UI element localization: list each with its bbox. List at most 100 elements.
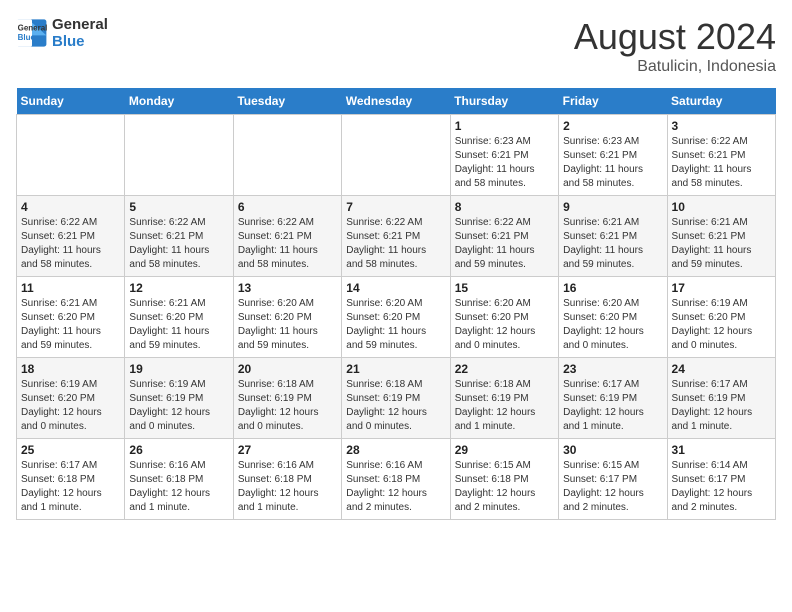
calendar-cell [125, 115, 233, 196]
day-info: Sunrise: 6:22 AM Sunset: 6:21 PM Dayligh… [455, 216, 554, 272]
day-header-thursday: Thursday [450, 88, 558, 115]
day-number: 23 [563, 362, 662, 376]
calendar-cell: 12Sunrise: 6:21 AM Sunset: 6:20 PM Dayli… [125, 277, 233, 358]
day-info: Sunrise: 6:14 AM Sunset: 6:17 PM Dayligh… [672, 459, 771, 515]
calendar-cell: 29 Sunrise: 6:15 AM Sunset: 6:18 PM Dayli… [450, 439, 558, 520]
day-info: Sunrise: 6:22 AM Sunset: 6:21 PM Dayligh… [238, 216, 337, 272]
calendar-cell [17, 115, 125, 196]
calendar-cell: 3Sunrise: 6:22 AM Sunset: 6:21 PM Daylig… [667, 115, 775, 196]
calendar-cell: 19 Sunrise: 6:19 AM Sunset: 6:19 PM Dayli… [125, 358, 233, 439]
calendar-week-3: 11 Sunrise: 6:21 AM Sunset: 6:20 PM Dayli… [17, 277, 776, 358]
day-header-saturday: Saturday [667, 88, 775, 115]
calendar-header-row: SundayMondayTuesdayWednesdayThursdayFrid… [17, 88, 776, 115]
calendar-cell: 24Sunrise: 6:17 AM Sunset: 6:19 PM Dayli… [667, 358, 775, 439]
day-number: 10 [672, 200, 771, 214]
day-number: 21 [346, 362, 445, 376]
day-number: 13 [238, 281, 337, 295]
calendar-cell: 11 Sunrise: 6:21 AM Sunset: 6:20 PM Dayli… [17, 277, 125, 358]
day-number: 7 [346, 200, 445, 214]
day-number: 2 [563, 119, 662, 133]
svg-text:General: General [18, 24, 48, 33]
calendar-cell [233, 115, 341, 196]
day-number: 22 [455, 362, 554, 376]
calendar-cell: 31 Sunrise: 6:14 AM Sunset: 6:17 PM Dayli… [667, 439, 775, 520]
calendar-cell: 6 Sunrise: 6:22 AM Sunset: 6:21 PM Daylig… [233, 196, 341, 277]
page-header: General Blue General Blue August 2024 Ba… [16, 16, 776, 76]
logo-general: General [52, 16, 108, 33]
day-info: Sunrise: 6:20 AM Sunset: 6:20 PM Dayligh… [563, 297, 662, 353]
day-info: Sunrise: 6:19 AM Sunset: 6:20 PM Dayligh… [21, 378, 120, 434]
day-info: Sunrise: 6:21 AM Sunset: 6:20 PM Dayligh… [129, 297, 228, 353]
day-info: Sunrise: 6:17 AM Sunset: 6:18 PM Dayligh… [21, 459, 120, 515]
calendar-week-1: 1 Sunrise: 6:23 AM Sunset: 6:21 PM Daylig… [17, 115, 776, 196]
day-number: 24 [672, 362, 771, 376]
day-info: Sunrise: 6:21 AM Sunset: 6:21 PM Dayligh… [672, 216, 771, 272]
day-number: 20 [238, 362, 337, 376]
day-number: 9 [563, 200, 662, 214]
calendar-week-2: 4Sunrise: 6:22 AM Sunset: 6:21 PM Daylig… [17, 196, 776, 277]
day-info: Sunrise: 6:16 AM Sunset: 6:18 PM Dayligh… [129, 459, 228, 515]
day-info: Sunrise: 6:21 AM Sunset: 6:21 PM Dayligh… [563, 216, 662, 272]
day-number: 14 [346, 281, 445, 295]
calendar-table: SundayMondayTuesdayWednesdayThursdayFrid… [16, 88, 776, 520]
day-info: Sunrise: 6:22 AM Sunset: 6:21 PM Dayligh… [346, 216, 445, 272]
day-info: Sunrise: 6:21 AM Sunset: 6:20 PM Dayligh… [21, 297, 120, 353]
day-number: 19 [129, 362, 228, 376]
day-number: 16 [563, 281, 662, 295]
day-info: Sunrise: 6:23 AM Sunset: 6:21 PM Dayligh… [455, 135, 554, 191]
day-info: Sunrise: 6:20 AM Sunset: 6:20 PM Dayligh… [346, 297, 445, 353]
day-info: Sunrise: 6:18 AM Sunset: 6:19 PM Dayligh… [238, 378, 337, 434]
day-header-tuesday: Tuesday [233, 88, 341, 115]
svg-text:Blue: Blue [18, 33, 36, 42]
day-number: 31 [672, 443, 771, 457]
day-info: Sunrise: 6:16 AM Sunset: 6:18 PM Dayligh… [346, 459, 445, 515]
calendar-cell: 27Sunrise: 6:16 AM Sunset: 6:18 PM Dayli… [233, 439, 341, 520]
day-info: Sunrise: 6:22 AM Sunset: 6:21 PM Dayligh… [21, 216, 120, 272]
calendar-cell: 2Sunrise: 6:23 AM Sunset: 6:21 PM Daylig… [559, 115, 667, 196]
location: Batulicin, Indonesia [574, 58, 776, 76]
day-info: Sunrise: 6:16 AM Sunset: 6:18 PM Dayligh… [238, 459, 337, 515]
day-info: Sunrise: 6:18 AM Sunset: 6:19 PM Dayligh… [346, 378, 445, 434]
calendar-cell [342, 115, 450, 196]
calendar-cell: 5 Sunrise: 6:22 AM Sunset: 6:21 PM Daylig… [125, 196, 233, 277]
day-number: 11 [21, 281, 120, 295]
day-number: 25 [21, 443, 120, 457]
calendar-cell: 16 Sunrise: 6:20 AM Sunset: 6:20 PM Dayli… [559, 277, 667, 358]
day-number: 6 [238, 200, 337, 214]
day-header-friday: Friday [559, 88, 667, 115]
logo-icon: General Blue [16, 19, 48, 47]
day-info: Sunrise: 6:15 AM Sunset: 6:17 PM Dayligh… [563, 459, 662, 515]
calendar-cell: 18 Sunrise: 6:19 AM Sunset: 6:20 PM Dayli… [17, 358, 125, 439]
day-info: Sunrise: 6:15 AM Sunset: 6:18 PM Dayligh… [455, 459, 554, 515]
day-number: 5 [129, 200, 228, 214]
day-info: Sunrise: 6:22 AM Sunset: 6:21 PM Dayligh… [129, 216, 228, 272]
day-header-wednesday: Wednesday [342, 88, 450, 115]
day-number: 29 [455, 443, 554, 457]
calendar-cell: 21 Sunrise: 6:18 AM Sunset: 6:19 PM Dayli… [342, 358, 450, 439]
calendar-cell: 1 Sunrise: 6:23 AM Sunset: 6:21 PM Daylig… [450, 115, 558, 196]
calendar-cell: 10 Sunrise: 6:21 AM Sunset: 6:21 PM Dayli… [667, 196, 775, 277]
day-info: Sunrise: 6:20 AM Sunset: 6:20 PM Dayligh… [238, 297, 337, 353]
calendar-week-4: 18 Sunrise: 6:19 AM Sunset: 6:20 PM Dayli… [17, 358, 776, 439]
day-number: 1 [455, 119, 554, 133]
calendar-cell: 28Sunrise: 6:16 AM Sunset: 6:18 PM Dayli… [342, 439, 450, 520]
calendar-cell: 23 Sunrise: 6:17 AM Sunset: 6:19 PM Dayli… [559, 358, 667, 439]
calendar-cell: 14 Sunrise: 6:20 AM Sunset: 6:20 PM Dayli… [342, 277, 450, 358]
day-info: Sunrise: 6:20 AM Sunset: 6:20 PM Dayligh… [455, 297, 554, 353]
logo: General Blue General Blue [16, 16, 108, 50]
day-info: Sunrise: 6:17 AM Sunset: 6:19 PM Dayligh… [563, 378, 662, 434]
calendar-cell: 15Sunrise: 6:20 AM Sunset: 6:20 PM Dayli… [450, 277, 558, 358]
month-year: August 2024 [574, 16, 776, 58]
day-number: 3 [672, 119, 771, 133]
calendar-cell: 17Sunrise: 6:19 AM Sunset: 6:20 PM Dayli… [667, 277, 775, 358]
calendar-cell: 25 Sunrise: 6:17 AM Sunset: 6:18 PM Dayli… [17, 439, 125, 520]
day-header-sunday: Sunday [17, 88, 125, 115]
day-info: Sunrise: 6:19 AM Sunset: 6:20 PM Dayligh… [672, 297, 771, 353]
day-number: 18 [21, 362, 120, 376]
calendar-cell: 30Sunrise: 6:15 AM Sunset: 6:17 PM Dayli… [559, 439, 667, 520]
calendar-cell: 8 Sunrise: 6:22 AM Sunset: 6:21 PM Daylig… [450, 196, 558, 277]
calendar-cell: 9 Sunrise: 6:21 AM Sunset: 6:21 PM Daylig… [559, 196, 667, 277]
day-header-monday: Monday [125, 88, 233, 115]
day-info: Sunrise: 6:19 AM Sunset: 6:19 PM Dayligh… [129, 378, 228, 434]
day-number: 8 [455, 200, 554, 214]
